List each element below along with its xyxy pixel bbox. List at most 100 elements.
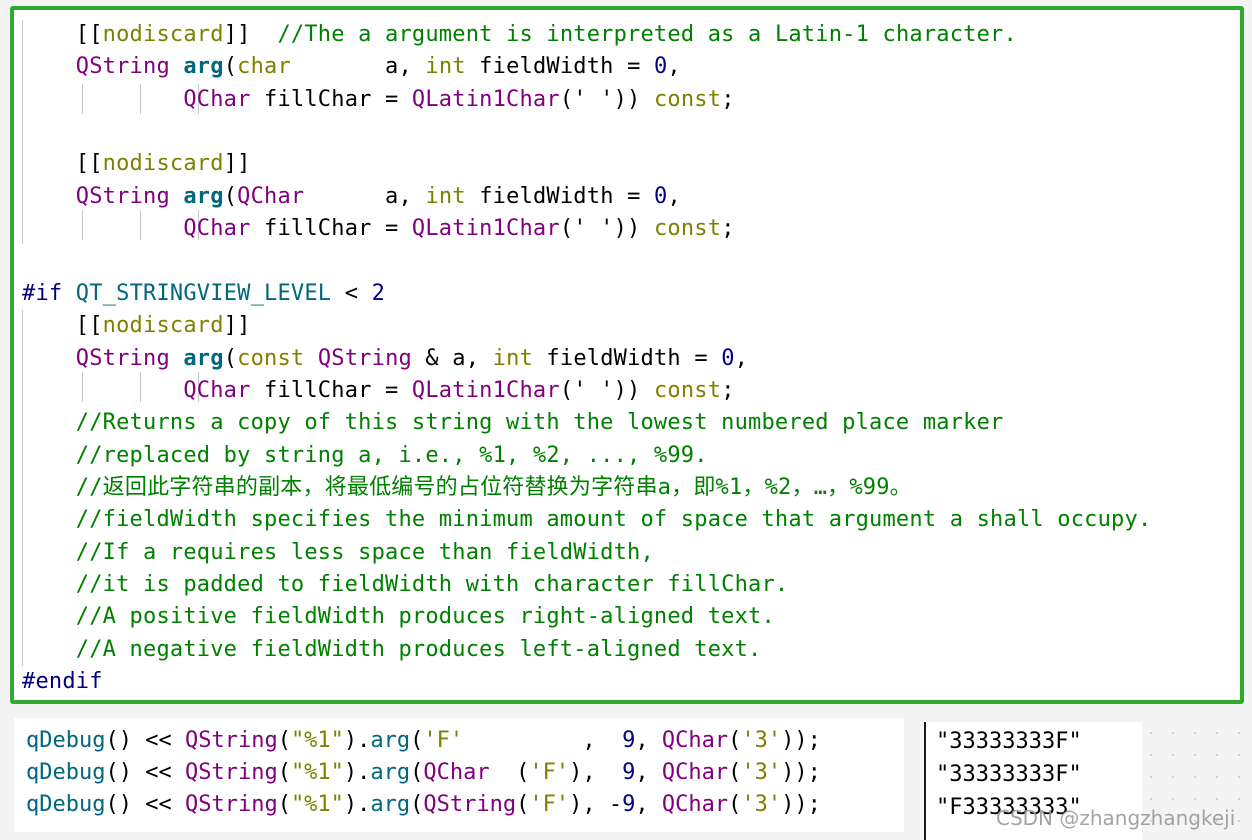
code-token: 'F' xyxy=(529,760,570,785)
code-line: //If a requires less space than fieldWid… xyxy=(22,537,654,569)
code-token: //返回此字符串的副本，将最低编号的占位符替换为字符串a，即%1，%2，…，%9… xyxy=(75,474,912,500)
code-token: nodiscard xyxy=(102,313,224,339)
code-token: (' ')) xyxy=(559,86,654,112)
code-token: "%1" xyxy=(290,792,344,817)
code-token: QLatin1Char xyxy=(411,86,560,112)
code-token: ), - xyxy=(569,792,623,817)
code-token: ( xyxy=(277,792,291,817)
code-token: QString xyxy=(317,345,412,371)
code-token: QString xyxy=(75,345,170,371)
code-token: QChar xyxy=(237,183,305,209)
code-token: 'F' xyxy=(423,728,464,753)
code-token: ( xyxy=(489,760,530,785)
code-token: fieldWidth = xyxy=(465,183,654,209)
code-token: )); xyxy=(781,760,821,785)
code-editor[interactable]: [[nodiscard]] //The a argument is interp… xyxy=(10,6,1244,704)
code-token: const xyxy=(237,345,305,371)
code-token: nodiscard xyxy=(102,22,224,47)
code-token: ( xyxy=(410,728,424,753)
code-token: //it is padded to fieldWidth with charac… xyxy=(75,571,789,597)
code-token: ( xyxy=(277,760,291,785)
code-token: , xyxy=(734,345,749,371)
console-output-line: "33333333F" xyxy=(936,729,1082,754)
code-token: arg xyxy=(183,345,224,371)
code-token: //The a argument is interpreted as a Lat… xyxy=(277,22,1017,47)
code-token: //fieldWidth specifies the minimum amoun… xyxy=(75,507,1152,533)
code-token: const xyxy=(653,86,722,112)
code-token: ( xyxy=(728,760,742,785)
code-line: QChar fillChar = QLatin1Char(' ')) const… xyxy=(22,84,735,116)
code-token: < xyxy=(331,280,372,306)
code-token: , xyxy=(635,760,662,785)
code-token: char xyxy=(237,54,291,80)
code-line: QString arg(const QString & a, int field… xyxy=(22,343,748,375)
code-token: , xyxy=(635,792,662,817)
code-token: 0 xyxy=(721,345,735,371)
code-line: //A negative fieldWidth produces left-al… xyxy=(22,634,762,666)
code-token: fillChar = xyxy=(250,377,412,403)
code-token: , xyxy=(635,728,662,753)
code-token: () << xyxy=(105,792,185,817)
code-token: QString xyxy=(75,183,170,209)
code-token: QChar xyxy=(661,728,729,753)
code-token: QChar xyxy=(183,216,251,242)
code-token: QLatin1Char xyxy=(411,377,560,403)
code-token: ( xyxy=(728,792,742,817)
code-token: ( xyxy=(410,760,424,785)
code-token: QString xyxy=(184,760,278,785)
code-token: )); xyxy=(781,792,821,817)
code-line: QChar fillChar = QLatin1Char(' ')) const… xyxy=(22,213,735,245)
code-line: //fieldWidth specifies the minimum amoun… xyxy=(22,504,1151,536)
code-line: QString arg(char a, int fieldWidth = 0, xyxy=(22,51,681,83)
code-token: , xyxy=(667,54,681,80)
console-output-line: "33333333F" xyxy=(936,762,1082,787)
code-token: #endif xyxy=(22,669,103,694)
example-line: qDebug() << QString("%1").arg('F' , 9, Q… xyxy=(26,725,821,757)
code-token: //If a requires less space than fieldWid… xyxy=(75,539,654,565)
code-token: nodiscard xyxy=(102,151,224,177)
code-token: arg xyxy=(183,183,224,209)
code-token: '3' xyxy=(741,792,782,817)
example-line: qDebug() << QString("%1").arg(QChar ('F'… xyxy=(26,757,821,789)
code-token: 9 xyxy=(622,760,636,785)
code-token: ]] xyxy=(223,22,278,47)
code-line: QString arg(QChar a, int fieldWidth = 0, xyxy=(22,181,681,213)
code-token: ). xyxy=(343,792,371,817)
code-token: 0 xyxy=(653,183,668,209)
code-token: "%1" xyxy=(290,728,344,753)
code-token: QT_STRINGVIEW_LEVEL xyxy=(75,280,332,306)
code-token: () << xyxy=(105,760,185,785)
code-token: ; xyxy=(721,377,735,403)
code-token: int xyxy=(425,54,466,80)
code-token: qDebug xyxy=(26,792,106,817)
code-token: (' ')) xyxy=(559,377,654,403)
code-line: QChar fillChar = QLatin1Char(' ')) const… xyxy=(22,375,735,407)
example-code-panel[interactable]: qDebug() << QString("%1").arg('F' , 9, Q… xyxy=(14,718,904,832)
code-token: //Returns a copy of this string with the… xyxy=(75,410,1004,436)
code-token: int xyxy=(425,183,466,209)
code-token: ]] xyxy=(223,151,251,177)
code-token: const xyxy=(653,216,722,242)
code-token: '3' xyxy=(741,728,782,753)
code-token: QString xyxy=(423,792,517,817)
code-token: QString xyxy=(184,728,278,753)
code-token: fieldWidth = xyxy=(465,54,654,80)
code-token: 2 xyxy=(371,280,386,306)
code-token: , xyxy=(667,183,681,209)
code-token: fillChar = xyxy=(250,86,412,112)
code-token: QChar xyxy=(423,760,490,785)
code-line: #if QT_STRINGVIEW_LEVEL < 2 xyxy=(22,278,385,310)
